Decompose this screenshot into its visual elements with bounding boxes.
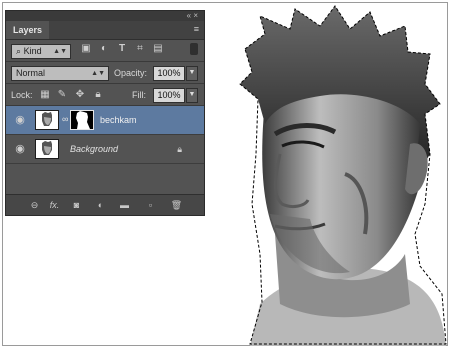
collapse-icon[interactable]: « (187, 11, 191, 20)
layers-panel: « × Layers ≡ ⌕ Kind ▲▼ ▣ ◐ T ⌗ ▤ Normal … (5, 10, 205, 216)
chain-link-icon[interactable]: ∞ (62, 114, 68, 124)
layer-name[interactable]: Background (70, 135, 118, 163)
panel-menu-icon[interactable]: ≡ (194, 24, 199, 34)
layer-name[interactable]: bechkam (100, 106, 137, 134)
panel-titlebar: « × (6, 11, 204, 21)
filter-kind-dropdown[interactable]: ⌕ Kind ▲▼ (11, 44, 71, 59)
mask-icon[interactable]: ◙ (70, 199, 83, 211)
opacity-label: Opacity: (114, 68, 148, 78)
chevron-down-icon: ▲▼ (91, 70, 105, 77)
type-filter-icon[interactable]: T (116, 43, 128, 55)
lock-image-icon[interactable]: ✎ (56, 89, 68, 101)
search-icon: ⌕ (16, 46, 22, 56)
adjustment-filter-icon[interactable]: ◐ (98, 43, 110, 55)
trash-icon[interactable]: 🗑︎ (170, 199, 183, 211)
layer-row-bechkam[interactable]: ◉ ∞ bechkam (6, 106, 204, 135)
lock-transparent-icon[interactable]: ▦ (39, 89, 51, 101)
tab-layers[interactable]: Layers (6, 21, 50, 39)
layer-row-background[interactable]: ◉ Background 🔒︎ (6, 135, 204, 164)
face-shape (262, 82, 427, 280)
filter-toggle-icon[interactable] (190, 43, 198, 55)
shape-filter-icon[interactable]: ⌗ (134, 43, 146, 55)
lock-row: Lock: ▦ ✎ ✥ 🔒︎ Fill: 100% ▼ (6, 84, 204, 105)
layer-mask-thumbnail[interactable] (70, 110, 94, 130)
eye-icon[interactable]: ◉ (13, 143, 27, 155)
link-icon[interactable]: ⊖ (28, 199, 41, 211)
filter-row: ⌕ Kind ▲▼ ▣ ◐ T ⌗ ▤ (6, 40, 204, 61)
panel-window-controls[interactable]: « × (187, 11, 198, 21)
fill-label: Fill: (132, 90, 146, 100)
pixel-filter-icon[interactable]: ▣ (80, 43, 92, 55)
layer-thumbnail (35, 139, 59, 159)
layer-thumbnail (35, 110, 59, 130)
panel-bottom-toolbar: ⊖ fx. ◙ ◐ ▬ ▫ 🗑︎ (6, 194, 204, 215)
lock-all-icon[interactable]: 🔒︎ (92, 89, 104, 101)
close-icon[interactable]: × (193, 11, 198, 20)
lock-icon[interactable]: 🔒︎ (177, 144, 182, 155)
blend-row: Normal ▲▼ Opacity: 100% ▼ (6, 62, 204, 83)
fx-icon[interactable]: fx. (48, 199, 61, 211)
lock-label: Lock: (11, 90, 33, 100)
blend-mode-value: Normal (16, 68, 46, 78)
portrait-photo (239, 5, 447, 346)
group-folder-icon[interactable]: ▬ (118, 199, 131, 211)
fill-dropdown-button[interactable]: ▼ (186, 88, 198, 103)
lock-position-icon[interactable]: ✥ (74, 89, 86, 101)
opacity-dropdown-button[interactable]: ▼ (186, 66, 198, 81)
smart-object-filter-icon[interactable]: ▤ (152, 43, 164, 55)
chevron-down-icon: ▲▼ (53, 48, 67, 55)
blend-mode-dropdown[interactable]: Normal ▲▼ (11, 66, 109, 81)
new-layer-icon[interactable]: ▫ (144, 199, 157, 211)
adjustment-icon[interactable]: ◐ (94, 199, 107, 211)
filter-kind-value: Kind (23, 46, 42, 56)
fill-input[interactable]: 100% (153, 88, 185, 103)
opacity-input[interactable]: 100% (153, 66, 185, 81)
eye-icon[interactable]: ◉ (13, 114, 27, 126)
panel-tab-row: Layers ≡ (6, 21, 204, 40)
